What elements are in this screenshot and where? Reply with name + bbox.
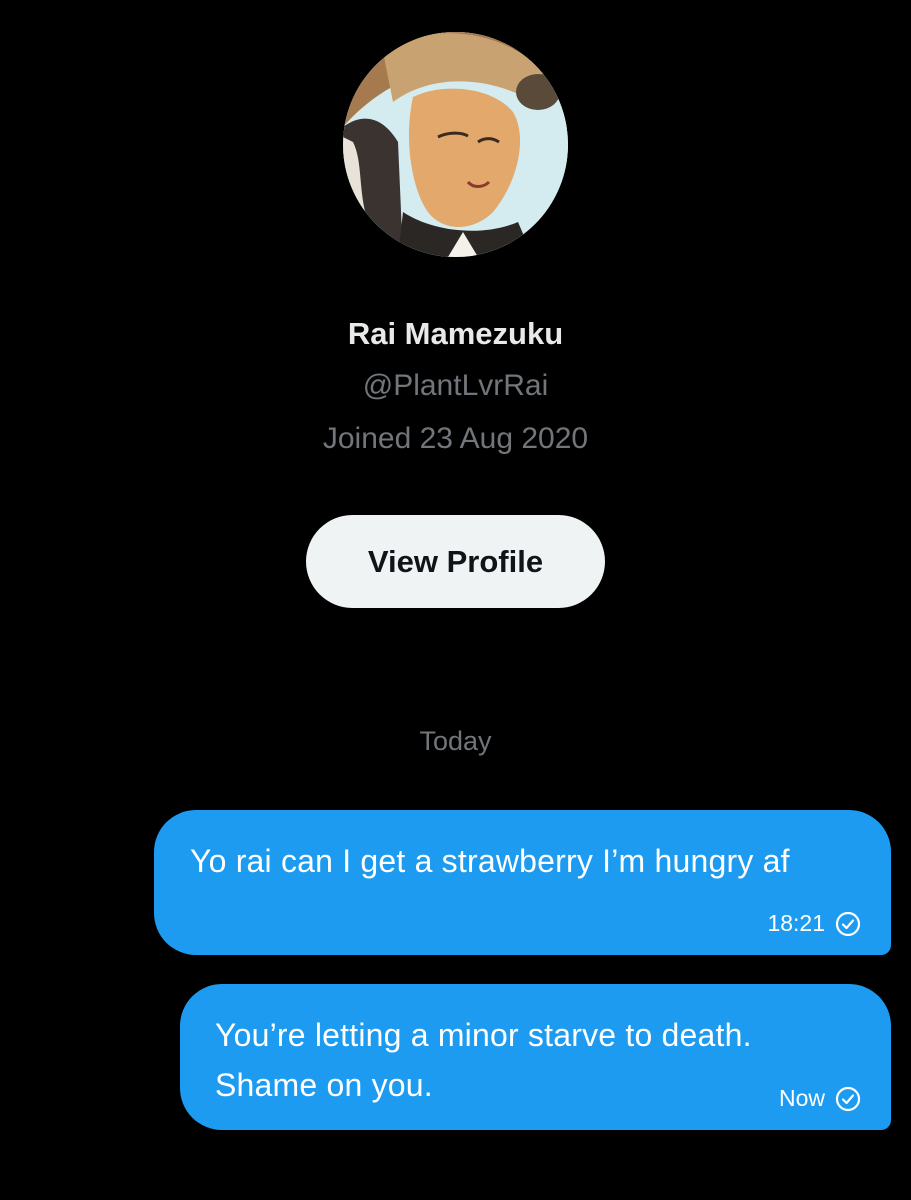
message-time: 18:21 xyxy=(767,910,825,936)
message-meta: Now xyxy=(779,1085,861,1112)
message-text: You’re letting a minor starve to death. … xyxy=(215,1017,752,1103)
sent-check-icon xyxy=(835,911,861,937)
avatar[interactable] xyxy=(343,32,568,257)
sent-check-icon xyxy=(835,1086,861,1112)
profile-handle[interactable]: @PlantLvrRai xyxy=(0,366,911,406)
profile-joined-date: Joined 23 Aug 2020 xyxy=(322,422,589,455)
message-meta: 18:21 xyxy=(767,910,861,937)
avatar-illustration xyxy=(343,32,568,257)
profile-name: Rai Mamezuku xyxy=(347,316,564,351)
message-text: Yo rai can I get a strawberry I’m hungry… xyxy=(190,843,790,879)
message-bubble[interactable]: Yo rai can I get a strawberry I’m hungry… xyxy=(154,810,891,955)
view-profile-button[interactable]: View Profile xyxy=(306,515,605,608)
day-separator: Today xyxy=(419,726,492,756)
message-bubble[interactable]: You’re letting a minor starve to death. … xyxy=(180,984,891,1130)
message-time: Now xyxy=(778,1085,825,1111)
